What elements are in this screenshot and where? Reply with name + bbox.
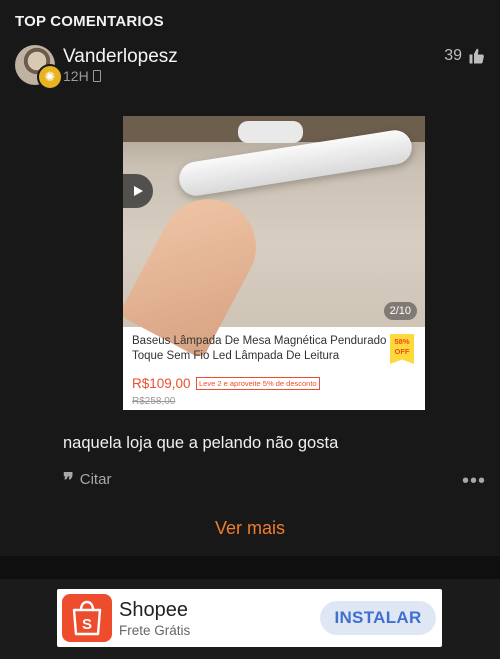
product-price: R$109,00 — [132, 376, 191, 391]
quote-label: Citar — [79, 471, 112, 488]
section-title: TOP COMENTARIOS — [15, 13, 164, 30]
divider — [0, 556, 500, 579]
quote-icon: ❞ — [63, 467, 74, 492]
product-card[interactable]: 2/10 Baseus Lâmpada De Mesa Magnética Pe… — [123, 116, 425, 410]
like-button[interactable]: 39 — [444, 47, 486, 65]
quote-button[interactable]: ❞ Citar — [63, 467, 112, 492]
lamp-mount-illustration — [238, 121, 303, 143]
ad-subtitle: Frete Grátis — [119, 623, 191, 638]
promo-tag: Leve 2 e aproveite 5% de desconto — [196, 377, 320, 390]
like-count: 39 — [444, 47, 462, 64]
comment-time: 12H — [63, 68, 101, 84]
image-counter: 2/10 — [383, 302, 417, 320]
play-icon — [134, 186, 143, 196]
mobile-device-icon — [92, 70, 101, 82]
shopping-bag-icon: S — [72, 600, 102, 636]
see-more-link[interactable]: Ver mais — [0, 518, 500, 539]
comment-text: naquela loja que a pelando não gosta — [63, 434, 339, 452]
ad-title: Shopee — [119, 599, 188, 621]
product-title: Baseus Lâmpada De Mesa Magnética Pendura… — [132, 335, 387, 362]
badge-icon: ✺ — [37, 64, 63, 90]
more-options-icon[interactable]: ••• — [462, 470, 486, 493]
shopee-logo: S — [62, 594, 112, 642]
thumbs-up-icon — [469, 48, 484, 64]
play-video-button[interactable] — [123, 174, 153, 208]
install-button[interactable]: INSTALAR — [320, 601, 436, 635]
ad-banner[interactable]: S Shopee Frete Grátis INSTALAR — [57, 589, 442, 647]
discount-badge: 58% OFF — [390, 334, 414, 364]
time-label: 12H — [63, 68, 89, 84]
discount-label: OFF — [394, 347, 410, 356]
logo-letter: S — [82, 616, 92, 633]
hand-illustration — [123, 182, 273, 360]
product-image[interactable]: 2/10 — [123, 116, 425, 360]
old-price: R$258,00 — [132, 396, 176, 407]
discount-percent: 58% — [394, 337, 410, 346]
username[interactable]: Vanderlopesz — [63, 46, 178, 68]
